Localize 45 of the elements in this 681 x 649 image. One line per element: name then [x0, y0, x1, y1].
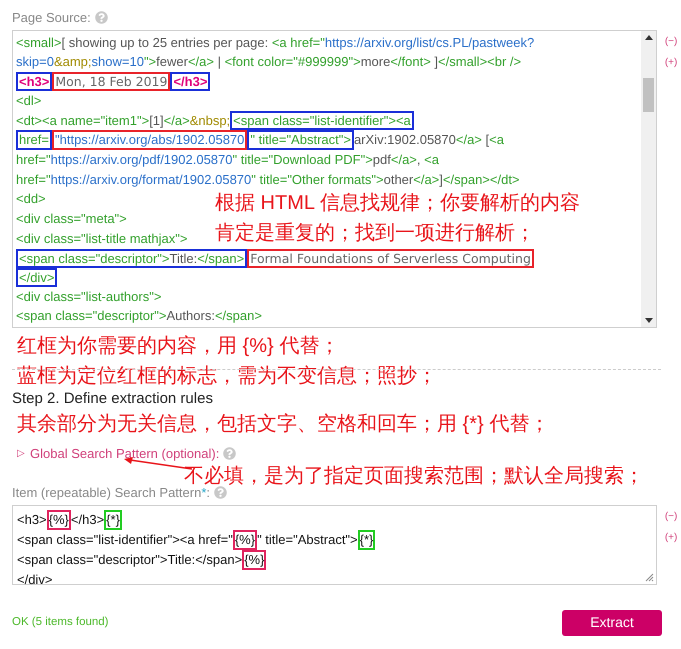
annotation-note: 肯定是重复的；找到一项进行解析；: [215, 220, 536, 244]
scrollbar-thumb[interactable]: [643, 78, 654, 112]
action-link[interactable]: (+): [664, 54, 678, 70]
code-text: href="https://arxiv.org/pdf/1902.05870" title="Download PDF">pdf</a>, <a: [16, 151, 439, 170]
code-text: <span class="descriptor">Authors:</span>: [16, 307, 262, 326]
help-icon[interactable]: [214, 486, 228, 500]
scroll-down-icon[interactable]: [644, 318, 653, 322]
scrollbar[interactable]: [641, 30, 656, 326]
code-text: href="https://arxiv.org/format/1902.05870" title="Other formats">other</a>]</span></dt>: [16, 170, 520, 189]
highlight-frame: </h3>: [170, 72, 210, 91]
help-icon[interactable]: [223, 446, 236, 460]
highlight-frame: Formal Foundations of Serverless Computing: [247, 248, 534, 268]
action-link[interactable]: (+): [664, 530, 678, 544]
section-title: Step 2. Define extraction rules: [12, 390, 214, 408]
resize-grip-icon[interactable]: [645, 572, 654, 582]
code-text: skip=0&amp;show=10">fewer</a> | <font color="#999999">more</font> ]</small><br />: [16, 53, 522, 72]
code-text: <div class="list-authors">: [16, 288, 162, 306]
highlight-frame: <h3>: [16, 72, 52, 91]
action-link[interactable]: (−): [664, 34, 678, 48]
code-text: <dl>: [16, 92, 42, 110]
highlight-frame: <span class="list-identifier"><a: [230, 110, 414, 130]
highlight-frame: </div>: [16, 268, 58, 287]
code-text: <dd>: [16, 190, 46, 208]
code-text: <div class="list-title mathjax">: [16, 230, 188, 248]
highlight-frame: " title="Abstract">: [247, 130, 354, 150]
help-icon[interactable]: [94, 11, 108, 24]
extract-button[interactable]: Extract: [562, 610, 662, 636]
status-message: OK (5 items found): [12, 614, 109, 630]
code-text: arXiv:1902.05870</a> [<a: [354, 131, 504, 150]
highlight-frame: <span class="descriptor">Title:</span>: [16, 248, 248, 268]
highlight-frame: href=: [16, 130, 52, 150]
expand-toggle[interactable]: ▷: [17, 446, 25, 461]
code-text: <small>[ showing up to 25 entries per page: <a href="https://arxiv.org/list/cs.PL/pastweek?: [16, 34, 534, 52]
annotation-note: 根据 HTML 信息找规律；你要解析的内容: [215, 190, 580, 214]
annotation-note: 红框为你需要的内容，用 {%} 代替；: [17, 334, 340, 358]
code-text: <dt><a name="item1">[1]</a>&nbsp;: [16, 112, 230, 130]
action-link[interactable]: (−): [664, 508, 678, 524]
scroll-up-icon[interactable]: [644, 34, 653, 40]
highlight-frame: Mon, 18 Feb 2019: [52, 72, 170, 91]
code-text: <div class="meta">: [16, 210, 127, 228]
annotation-note: 其余部分为无关信息，包括文字、空格和回车；用 {*} 代替；: [16, 412, 550, 436]
highlight-frame: "https://arxiv.org/abs/1902.05870: [52, 130, 248, 150]
global-search-link[interactable]: Global Search Pattern (optional):: [30, 444, 220, 463]
page-source-field[interactable]: [12, 30, 658, 328]
field-label: Page Source:: [12, 9, 91, 27]
